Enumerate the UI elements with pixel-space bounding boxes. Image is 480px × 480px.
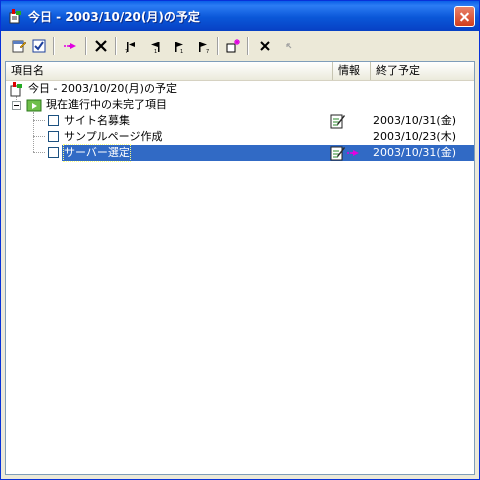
task-due: 2003/10/31(金): [373, 146, 456, 159]
task-name: サーバー選定: [63, 144, 131, 162]
app-icon: [9, 9, 21, 24]
toolbar-separator: [247, 37, 249, 55]
svg-text:7: 7: [125, 49, 128, 54]
task-checkbox[interactable]: [48, 131, 59, 142]
svg-text:7: 7: [206, 49, 209, 54]
toolbar: 7 1 1 7: [3, 33, 477, 59]
new-item-icon[interactable]: [223, 36, 243, 56]
task-row[interactable]: サンプルページ作成 2003/10/23(木): [6, 129, 474, 145]
flag-next-icon[interactable]: 7: [193, 36, 213, 56]
toolbar-separator: [217, 37, 219, 55]
window: 今日 - 2003/10/20(月)の予定 7 1 1 7 項目名 情報 終了予…: [0, 0, 480, 480]
calendar-root-icon: [10, 82, 22, 97]
task-list-view[interactable]: 項目名 情報 終了予定 今日 - 2003/10/20(月)の予定 現在進行中の…: [5, 61, 475, 475]
task-row-selected[interactable]: サーバー選定 2003/10/31(金): [6, 144, 474, 162]
forward-arrow-icon[interactable]: [61, 36, 81, 56]
column-header-info[interactable]: 情報: [333, 62, 371, 80]
remove-x-icon[interactable]: [255, 36, 275, 56]
list-header: 項目名 情報 終了予定: [6, 62, 474, 81]
task-due: 2003/10/31(金): [373, 114, 456, 127]
memo-icon: [330, 146, 345, 161]
toolbar-separator: [85, 37, 87, 55]
root-label: 今日 - 2003/10/20(月)の予定: [28, 82, 177, 95]
tree-root-row[interactable]: 今日 - 2003/10/20(月)の予定: [6, 81, 474, 97]
task-checkbox[interactable]: [48, 115, 59, 126]
memo-icon: [330, 114, 345, 129]
close-button[interactable]: [454, 6, 475, 27]
tree-group-row[interactable]: 現在進行中の未完了項目: [6, 97, 474, 113]
forward-arrow-icon: [347, 150, 359, 156]
toolbar-separator: [115, 37, 117, 55]
properties-icon[interactable]: [9, 36, 29, 56]
svg-text:1: 1: [154, 49, 157, 54]
task-due: 2003/10/23(木): [373, 130, 456, 143]
svg-text:1: 1: [180, 49, 183, 54]
delete-x-icon[interactable]: [91, 36, 111, 56]
window-title: 今日 - 2003/10/20(月)の予定: [28, 10, 200, 24]
task-row[interactable]: サイト名募集 2003/10/31(金): [6, 113, 474, 129]
collapse-toggle[interactable]: [12, 101, 21, 110]
flag-left-icon[interactable]: 1: [145, 36, 165, 56]
column-header-name[interactable]: 項目名: [6, 62, 333, 80]
task-checkbox[interactable]: [48, 147, 59, 158]
task-name: サイト名募集: [64, 114, 130, 127]
column-header-due[interactable]: 終了予定: [371, 62, 474, 80]
checkbox-icon[interactable]: [29, 36, 49, 56]
task-name: サンプルページ作成: [64, 130, 163, 143]
toolbar-separator: [53, 37, 55, 55]
title-bar[interactable]: 今日 - 2003/10/20(月)の予定: [1, 1, 479, 31]
in-progress-folder-icon: [26, 99, 42, 112]
group-label: 現在進行中の未完了項目: [46, 98, 167, 111]
undo-disabled-icon[interactable]: [279, 36, 299, 56]
flag-right-icon[interactable]: 1: [169, 36, 189, 56]
flag-prev-icon[interactable]: 7: [121, 36, 141, 56]
